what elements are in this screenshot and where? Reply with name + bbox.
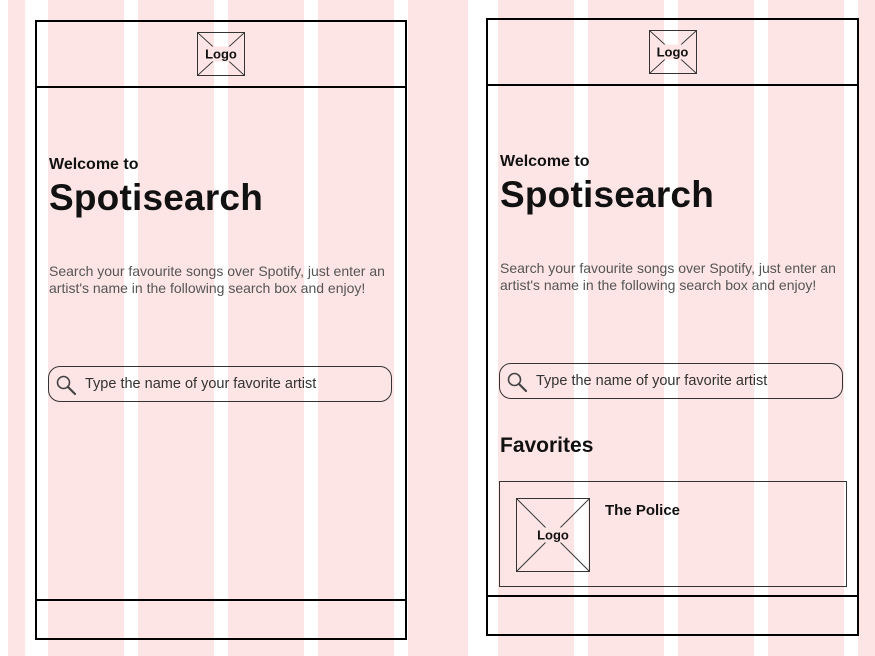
artist-search-input[interactable]: Type the name of your favorite artist (48, 366, 392, 402)
favorites-heading: Favorites (500, 434, 594, 457)
grid-column (408, 0, 468, 656)
logo-label: Logo (533, 527, 573, 543)
header-logo[interactable]: Logo (648, 30, 697, 74)
app-header: Logo (488, 20, 857, 86)
grid-column (858, 0, 875, 656)
welcome-text: Welcome to (49, 156, 139, 173)
logo-label: Logo (655, 44, 690, 60)
logo-label: Logo (204, 46, 238, 62)
app-header: Logo (37, 22, 405, 88)
artist-search-input[interactable]: Type the name of your favorite artist (499, 363, 843, 399)
app-footer (37, 599, 405, 638)
mobile-screen-home: Logo Welcome to Spotisearch Search your … (35, 20, 407, 640)
mobile-screen-favorites: Logo Welcome to Spotisearch Search your … (486, 18, 859, 636)
intro-description: Search your favourite songs over Spotify… (500, 260, 836, 293)
page-title: Spotisearch (49, 177, 263, 218)
artist-name: The Police (605, 502, 681, 519)
app-footer (488, 595, 857, 634)
search-placeholder: Type the name of your favorite artist (536, 373, 768, 389)
welcome-text: Welcome to (500, 153, 590, 170)
artist-logo: Logo (516, 498, 590, 572)
intro-description: Search your favourite songs over Spotify… (49, 263, 385, 296)
search-placeholder: Type the name of your favorite artist (85, 376, 317, 392)
search-icon (56, 375, 77, 396)
search-icon (507, 372, 528, 393)
favorite-artist-card[interactable]: Logo The Police (499, 481, 847, 587)
page-title: Spotisearch (500, 174, 714, 215)
grid-column (8, 0, 25, 656)
header-logo[interactable]: Logo (197, 32, 245, 76)
